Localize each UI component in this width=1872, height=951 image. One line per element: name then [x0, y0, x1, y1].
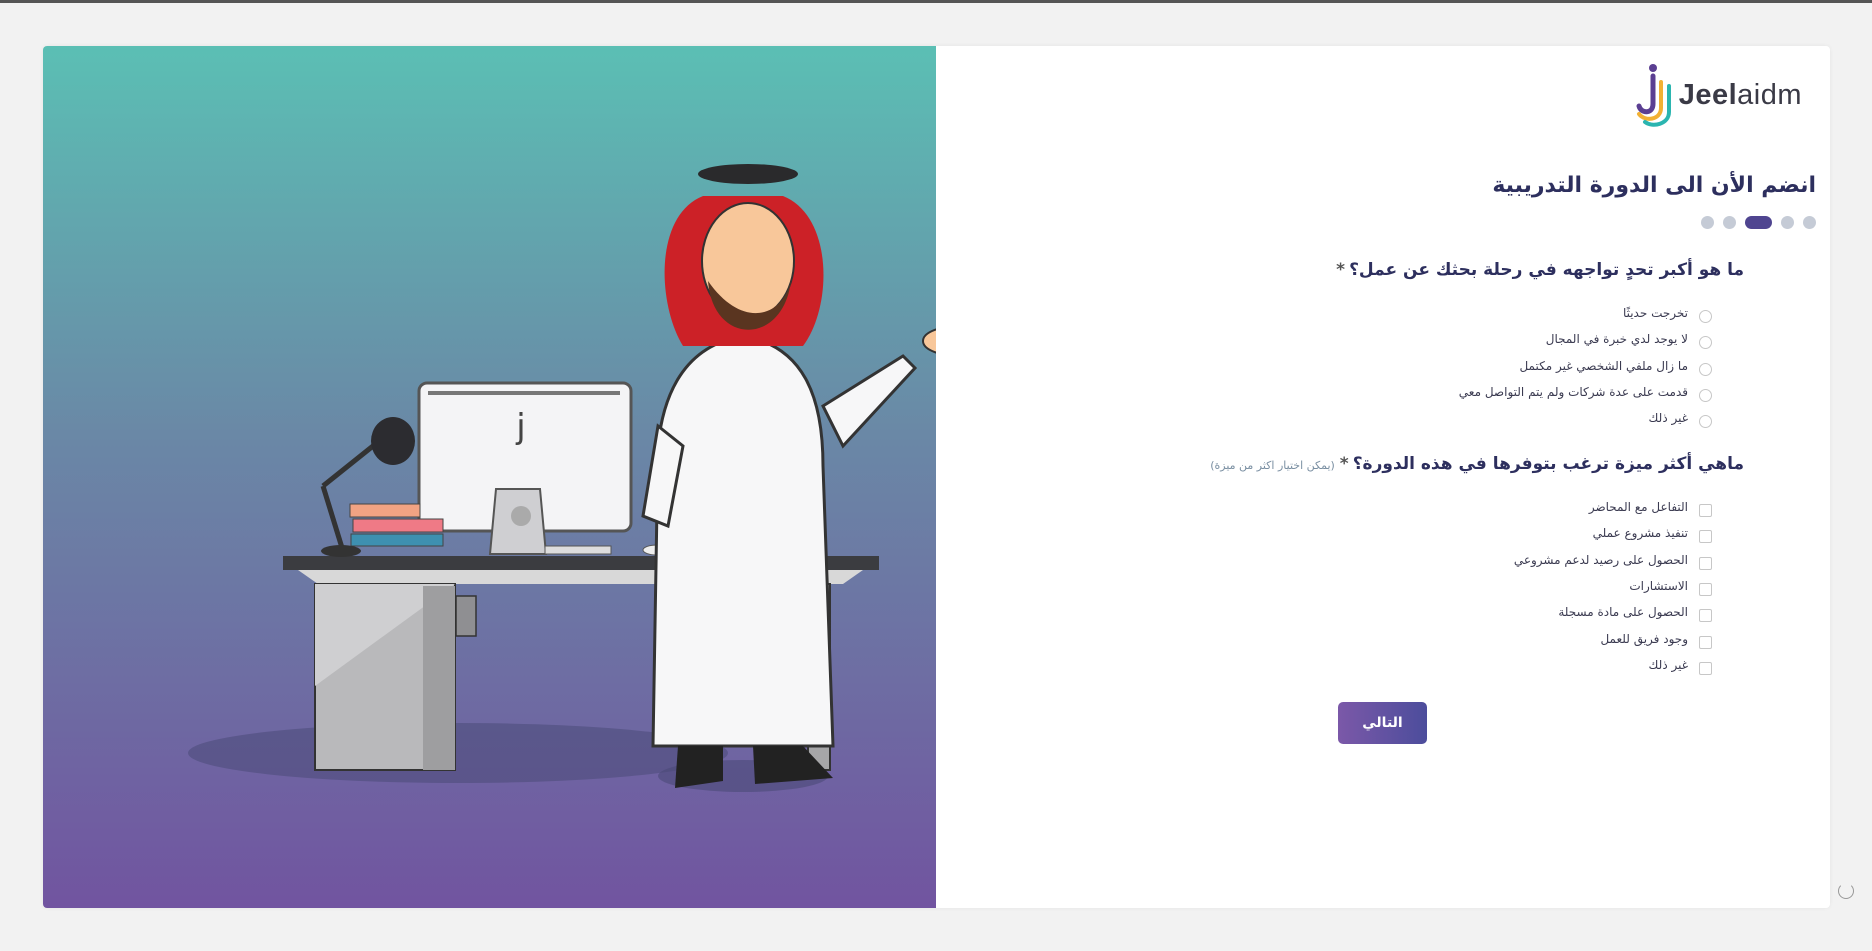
- q1-option-3[interactable]: ما زال ملفي الشخصي غير مكتمل: [1459, 353, 1712, 379]
- q2-option-5[interactable]: الحصول على مادة مسجلة: [1514, 599, 1712, 625]
- page-title: انضم الأن الى الدورة التدريبية: [1492, 173, 1816, 198]
- hero-illustration: j: [188, 164, 936, 792]
- brand-name-light: aidm: [1737, 78, 1802, 111]
- step-dot-1: [1803, 216, 1816, 229]
- checkbox[interactable]: [1699, 504, 1712, 518]
- step-dot-2: [1781, 216, 1794, 229]
- checkbox[interactable]: [1699, 661, 1712, 675]
- hero-illustration-panel: j: [43, 46, 936, 908]
- radio-button[interactable]: [1699, 415, 1712, 429]
- q2-option-6[interactable]: وجود فريق للعمل: [1514, 625, 1712, 651]
- question-2-text: ماهي أكثر ميزة ترغب بتوفرها في هذه الدور…: [1352, 454, 1744, 474]
- q1-option-1[interactable]: تخرجت حديثًا: [1459, 300, 1712, 326]
- step-indicator: [1701, 216, 1816, 229]
- question-1-label: ما هو أكبر تحدٍ تواجهه في رحلة بحثك عن ع…: [1336, 260, 1744, 280]
- checkbox[interactable]: [1699, 635, 1712, 649]
- required-marker: *: [1336, 260, 1346, 280]
- checkbox[interactable]: [1699, 583, 1712, 597]
- jeel-logo-icon: [1636, 64, 1671, 127]
- q2-option-label: الحصول على مادة مسجلة: [1558, 605, 1688, 620]
- q2-option-3[interactable]: الحصول على رصيد لدعم مشروعي: [1514, 547, 1712, 573]
- signup-card: j Jeelaidm انضم الأن الى الدورة التدريبي…: [43, 46, 1830, 908]
- q2-option-label: الاستشارات: [1629, 579, 1688, 594]
- required-marker: *: [1339, 454, 1349, 474]
- brand-logo: Jeelaidm: [1631, 62, 1802, 128]
- q2-option-label: وجود فريق للعمل: [1600, 631, 1688, 646]
- checkbox[interactable]: [1699, 530, 1712, 544]
- question-1-text: ما هو أكبر تحدٍ تواجهه في رحلة بحثك عن ع…: [1349, 260, 1744, 280]
- checkbox[interactable]: [1699, 556, 1712, 570]
- q1-option-4[interactable]: قدمت على عدة شركات ولم يتم التواصل معي: [1459, 379, 1712, 405]
- radio-button[interactable]: [1699, 389, 1712, 403]
- question-1-options: تخرجت حديثًا لا يوجد لدي خبرة في المجال …: [1459, 300, 1712, 431]
- q1-option-label: لا يوجد لدي خبرة في المجال: [1545, 332, 1688, 347]
- q2-option-1[interactable]: التفاعل مع المحاضر: [1514, 494, 1712, 520]
- q1-option-label: ما زال ملفي الشخصي غير مكتمل: [1519, 358, 1688, 373]
- step-dot-3-active: [1745, 216, 1772, 229]
- step-dot-4: [1723, 216, 1736, 229]
- q2-option-4[interactable]: الاستشارات: [1514, 573, 1712, 599]
- q1-option-label: تخرجت حديثًا: [1622, 306, 1688, 321]
- radio-button[interactable]: [1699, 310, 1712, 324]
- svg-text:j: j: [515, 407, 525, 447]
- step-dot-5: [1701, 216, 1714, 229]
- radio-button[interactable]: [1699, 336, 1712, 350]
- q2-option-label: التفاعل مع المحاضر: [1588, 500, 1688, 515]
- q2-option-label: تنفيذ مشروع عملي: [1592, 526, 1688, 541]
- q2-option-label: غير ذلك: [1648, 657, 1688, 672]
- question-2-hint: (يمكن اختيار اكثر من ميزة): [1210, 459, 1335, 472]
- brand-name-bold: Jeel: [1678, 78, 1738, 111]
- q1-option-label: قدمت على عدة شركات ولم يتم التواصل معي: [1458, 385, 1688, 400]
- loading-spinner-icon: [1838, 883, 1854, 899]
- q2-option-7[interactable]: غير ذلك: [1514, 652, 1712, 678]
- q2-option-2[interactable]: تنفيذ مشروع عملي: [1514, 520, 1712, 546]
- q1-option-2[interactable]: لا يوجد لدي خبرة في المجال: [1459, 326, 1712, 352]
- radio-button[interactable]: [1699, 362, 1712, 376]
- checkbox[interactable]: [1699, 609, 1712, 623]
- next-button[interactable]: التالي: [1338, 702, 1427, 744]
- brand-name: Jeelaidm: [1679, 79, 1802, 112]
- q1-option-label: غير ذلك: [1648, 411, 1688, 426]
- signup-form: Jeelaidm انضم الأن الى الدورة التدريبية …: [936, 46, 1830, 908]
- question-2-options: التفاعل مع المحاضر تنفيذ مشروع عملي الحص…: [1514, 494, 1712, 678]
- q1-option-5[interactable]: غير ذلك: [1459, 405, 1712, 431]
- q2-option-label: الحصول على رصيد لدعم مشروعي: [1513, 552, 1688, 567]
- question-2-label: ماهي أكثر ميزة ترغب بتوفرها في هذه الدور…: [1210, 454, 1744, 474]
